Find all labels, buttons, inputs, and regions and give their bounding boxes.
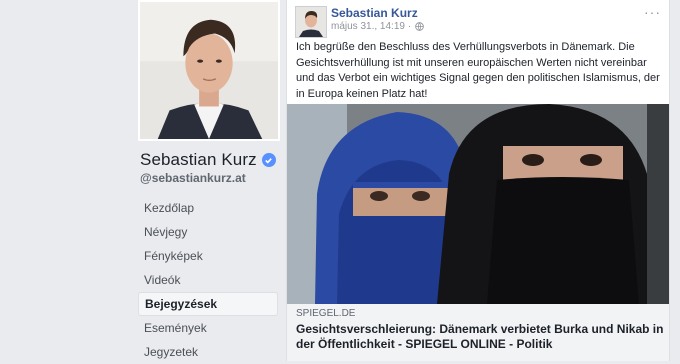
page-handle[interactable]: @sebastiankurz.at	[140, 171, 246, 185]
profile-photo[interactable]	[138, 0, 280, 141]
post-meta: május 31., 14:19 ·	[331, 21, 424, 32]
nav-item-notes[interactable]: Jegyzetek	[138, 340, 278, 364]
link-preview-info[interactable]: SPIEGEL.DE Gesichtsverschleierung: Dänem…	[287, 304, 669, 361]
verified-badge-icon	[261, 153, 276, 167]
link-domain: SPIEGEL.DE	[296, 308, 356, 319]
page-name[interactable]: Sebastian Kurz	[140, 150, 257, 170]
post-text: Ich begrüße den Beschluss des Verhüllung…	[296, 41, 660, 100]
nav-item-about[interactable]: Névjegy	[138, 220, 278, 244]
post-author-avatar[interactable]	[295, 6, 327, 38]
nav-item-videos[interactable]: Videók	[138, 268, 278, 292]
post-timestamp[interactable]: május 31., 14:19 ·	[331, 21, 411, 32]
profile-portrait-image	[140, 2, 278, 139]
link-title[interactable]: Gesichtsverschleierung: Dänemark verbiet…	[296, 322, 668, 352]
page-nav: Kezdőlap Névjegy Fényképek Videók Bejegy…	[138, 196, 278, 364]
nav-item-home[interactable]: Kezdőlap	[138, 196, 278, 220]
nav-item-posts[interactable]: Bejegyzések	[138, 292, 278, 316]
nav-item-photos[interactable]: Fényképek	[138, 244, 278, 268]
page-name-row: Sebastian Kurz	[140, 150, 276, 170]
post-author-name[interactable]: Sebastian Kurz	[331, 6, 418, 20]
post-card: Sebastian Kurz május 31., 14:19 · ··· Ic…	[286, 0, 670, 361]
post-options-button[interactable]: ···	[644, 4, 661, 20]
nav-item-events[interactable]: Események	[138, 316, 278, 340]
globe-icon	[415, 22, 424, 31]
link-preview-image[interactable]	[287, 104, 669, 304]
left-column: Sebastian Kurz @sebastiankurz.at Kezdőla…	[0, 0, 285, 361]
